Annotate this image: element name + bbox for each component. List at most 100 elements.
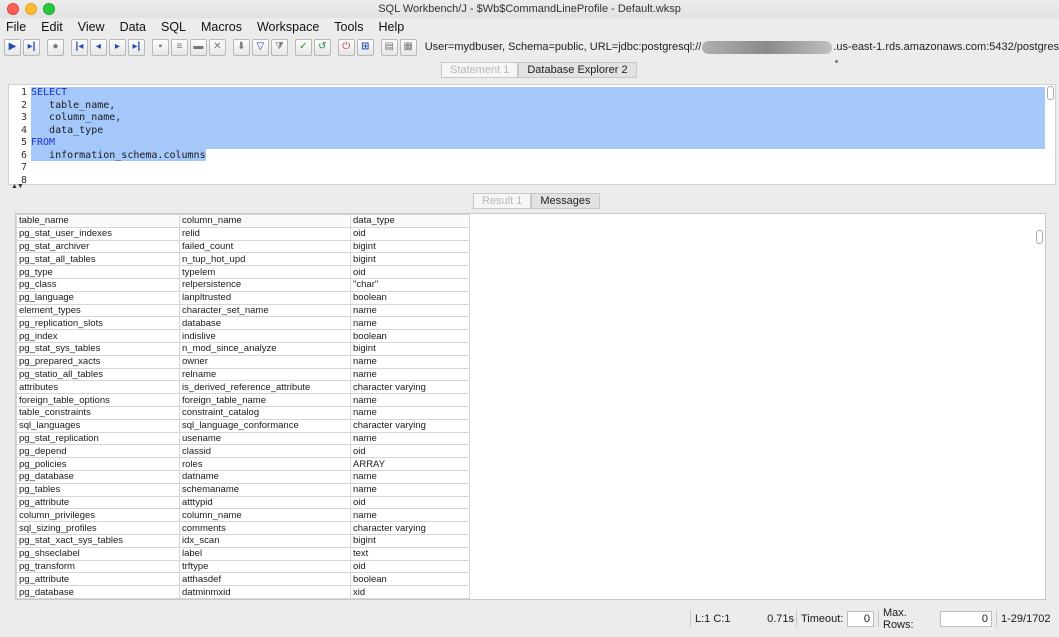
grid-cell[interactable]: roles: [179, 457, 351, 471]
grid-cell[interactable]: name: [350, 431, 470, 446]
sql-editor[interactable]: 1 SELECT 2 table_name, 3 column_name, 4 data…: [8, 84, 1056, 185]
grid-cell[interactable]: element_types: [16, 303, 180, 318]
menu-help[interactable]: Help: [378, 20, 404, 34]
grid-cell[interactable]: ARRAY: [350, 457, 470, 471]
grid-cell[interactable]: name: [350, 303, 470, 318]
menu-data[interactable]: Data: [120, 20, 146, 34]
grid-cell[interactable]: indislive: [179, 329, 351, 343]
rollback-icon[interactable]: ↺: [313, 38, 331, 56]
grid-cell[interactable]: n_tup_hot_upd: [179, 252, 351, 267]
grid-cell[interactable]: character varying: [350, 418, 470, 433]
grid-cell[interactable]: trftype: [179, 559, 351, 574]
grid-cell[interactable]: foreign_table_options: [16, 393, 180, 407]
grid-cell[interactable]: pg_stat_archiver: [16, 239, 180, 254]
show-messages-icon[interactable]: ▦: [399, 38, 417, 56]
grid-cell[interactable]: pg_statio_all_tables: [16, 367, 180, 382]
grid-cell[interactable]: is_derived_reference_attribute: [179, 380, 351, 395]
copy-row-icon[interactable]: ▬: [189, 38, 207, 56]
table-row[interactable]: pg_index indislive boolean: [16, 329, 470, 343]
filter-dropdown-icon[interactable]: ▽: [251, 38, 269, 56]
grid-cell[interactable]: classid: [179, 444, 351, 459]
table-row[interactable]: pg_stat_archiver failed_count bigint: [16, 239, 470, 254]
table-row[interactable]: pg_database datminmxid xid: [16, 585, 470, 599]
table-row[interactable]: pg_shseclabel label text: [16, 546, 470, 561]
grid-cell[interactable]: attributes: [16, 380, 180, 395]
tab-database-explorer-2[interactable]: Database Explorer 2: [518, 62, 637, 78]
disconnect-icon[interactable]: ⏻: [337, 38, 355, 56]
table-row[interactable]: pg_prepared_xacts owner name: [16, 354, 470, 369]
column-header-column-name[interactable]: column_name: [179, 214, 351, 228]
grid-cell[interactable]: sql_language_conformance: [179, 418, 351, 433]
menu-tools[interactable]: Tools: [334, 20, 363, 34]
grid-cell[interactable]: pg_attribute: [16, 495, 180, 510]
splitter-arrows-icon[interactable]: ▲▼: [11, 183, 24, 190]
grid-cell[interactable]: name: [350, 482, 470, 497]
grid-cell[interactable]: atttypid: [179, 495, 351, 510]
stop-icon[interactable]: ●: [46, 38, 64, 56]
grid-cell[interactable]: oid: [350, 559, 470, 574]
table-row[interactable]: sql_languages sql_language_conformance cha…: [16, 418, 470, 433]
grid-cell[interactable]: bigint: [350, 239, 470, 254]
grid-cell[interactable]: pg_stat_sys_tables: [16, 341, 180, 356]
grid-cell[interactable]: relpersistence: [179, 277, 351, 292]
grid-cell[interactable]: pg_index: [16, 329, 180, 343]
grid-cell[interactable]: name: [350, 405, 470, 420]
grid-cell[interactable]: schemaname: [179, 482, 351, 497]
grid-cell[interactable]: datminmxid: [179, 585, 351, 599]
save-data-icon[interactable]: ▪: [151, 38, 169, 56]
grid-cell[interactable]: "char": [350, 277, 470, 292]
table-row[interactable]: table_constraints constraint_catalog name: [16, 405, 470, 420]
grid-cell[interactable]: pg_type: [16, 265, 180, 279]
grid-cell[interactable]: failed_count: [179, 239, 351, 254]
menu-edit[interactable]: Edit: [41, 20, 63, 34]
last-statement-icon[interactable]: ▸|: [127, 38, 145, 56]
grid-cell[interactable]: foreign_table_name: [179, 393, 351, 407]
grid-cell[interactable]: pg_stat_user_indexes: [16, 226, 180, 241]
grid-cell[interactable]: name: [350, 508, 470, 523]
menu-file[interactable]: File: [6, 20, 26, 34]
grid-cell[interactable]: pg_database: [16, 469, 180, 484]
grid-cell[interactable]: text: [350, 546, 470, 561]
grid-cell[interactable]: comments: [179, 521, 351, 535]
grid-cell[interactable]: pg_policies: [16, 457, 180, 471]
grid-cell[interactable]: pg_class: [16, 277, 180, 292]
drag-handle[interactable]: [835, 60, 838, 63]
table-row[interactable]: pg_language lanpltrusted boolean: [16, 290, 470, 305]
menu-sql[interactable]: SQL: [161, 20, 186, 34]
grid-cell[interactable]: pg_database: [16, 585, 180, 599]
grid-cell[interactable]: pg_stat_all_tables: [16, 252, 180, 267]
grid-cell[interactable]: bigint: [350, 341, 470, 356]
grid-cell[interactable]: name: [350, 367, 470, 382]
grid-cell[interactable]: typelem: [179, 265, 351, 279]
minimize-window-button[interactable]: [25, 3, 37, 15]
grid-cell[interactable]: boolean: [350, 290, 470, 305]
grid-cell[interactable]: n_mod_since_analyze: [179, 341, 351, 356]
reset-filter-icon[interactable]: ⧩: [270, 38, 288, 56]
grid-cell[interactable]: xid: [350, 585, 470, 599]
splitter[interactable]: ▲▼: [0, 183, 1059, 190]
table-row[interactable]: pg_attribute atthasdef boolean: [16, 572, 470, 587]
grid-cell[interactable]: pg_stat_replication: [16, 431, 180, 446]
first-statement-icon[interactable]: |◂: [70, 38, 88, 56]
grid-cell[interactable]: atthasdef: [179, 572, 351, 587]
grid-cell[interactable]: name: [350, 316, 470, 331]
table-row[interactable]: pg_stat_user_indexes relid oid: [16, 226, 470, 241]
table-row[interactable]: pg_stat_all_tables n_tup_hot_upd bigint: [16, 252, 470, 267]
show-results-icon[interactable]: ▤: [380, 38, 398, 56]
grid-cell[interactable]: boolean: [350, 572, 470, 587]
grid-cell[interactable]: oid: [350, 265, 470, 279]
table-row[interactable]: foreign_table_options foreign_table_name n…: [16, 393, 470, 407]
table-row[interactable]: pg_policies roles ARRAY: [16, 457, 470, 471]
grid-cell[interactable]: name: [350, 354, 470, 369]
table-row[interactable]: column_privileges column_name name: [16, 508, 470, 523]
insert-row-icon[interactable]: ≡: [170, 38, 188, 56]
zoom-window-button[interactable]: [43, 3, 55, 15]
grid-scrollbar[interactable]: [1036, 230, 1043, 244]
next-statement-icon[interactable]: ▸: [108, 38, 126, 56]
table-row[interactable]: pg_depend classid oid: [16, 444, 470, 459]
grid-cell[interactable]: bigint: [350, 252, 470, 267]
grid-cell[interactable]: sql_sizing_profiles: [16, 521, 180, 535]
table-row[interactable]: pg_database datname name: [16, 469, 470, 484]
execute-icon[interactable]: ▶: [4, 38, 21, 56]
table-row[interactable]: pg_statio_all_tables relname name: [16, 367, 470, 382]
